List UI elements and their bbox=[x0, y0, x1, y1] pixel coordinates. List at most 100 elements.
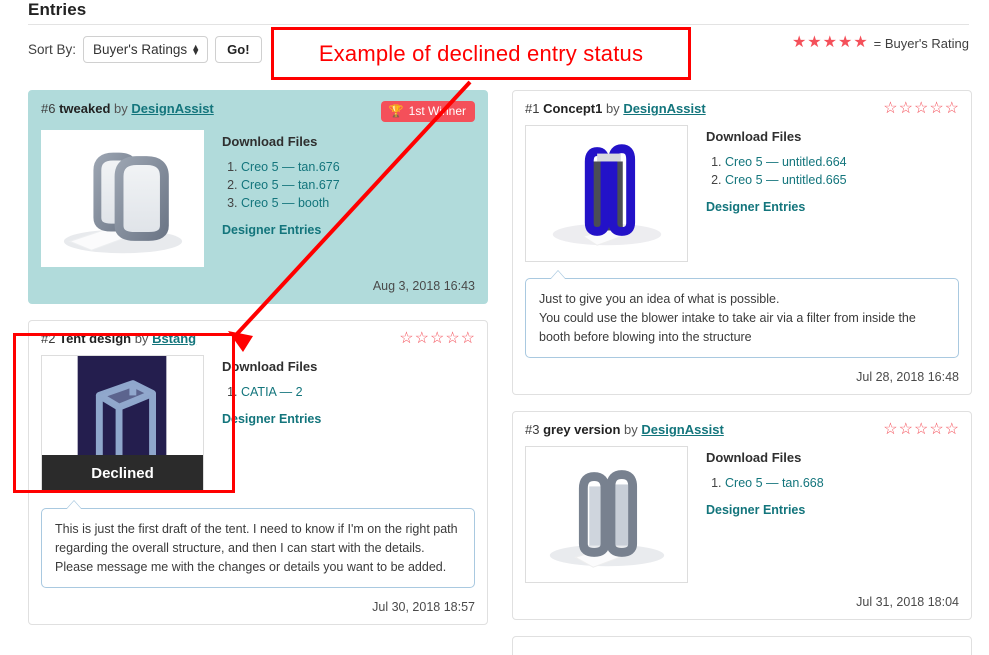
thumbnail-wrap[interactable] bbox=[525, 125, 688, 262]
rating-legend: ★ ★ ★ ★ ★ = Buyer's Rating bbox=[792, 35, 969, 51]
download-files-section: Download Files CATIA — 2 Designer Entrie… bbox=[222, 355, 475, 492]
entry-thumbnail[interactable] bbox=[525, 125, 688, 262]
entry-author-link[interactable]: DesignAssist bbox=[641, 422, 723, 437]
sort-bar: Sort By: Buyer's Ratings ▲▼ Go! bbox=[28, 36, 262, 63]
entry-author-link[interactable]: DesignAssist bbox=[131, 101, 213, 116]
entry-date: Jul 30, 2018 18:57 bbox=[41, 600, 475, 614]
star-empty-icon[interactable]: ☆ bbox=[399, 331, 413, 347]
entry-by-label: by bbox=[135, 331, 149, 346]
download-files-list: Creo 5 — tan.668 bbox=[706, 476, 959, 490]
entry-title: #2 Tent design by Bstang bbox=[41, 331, 196, 346]
download-file-item[interactable]: Creo 5 — untitled.664 bbox=[725, 155, 959, 169]
download-file-item[interactable]: Creo 5 — tan.676 bbox=[241, 160, 475, 174]
card-rating-stars[interactable]: ☆☆☆☆☆ bbox=[883, 422, 959, 438]
annotation-callout: Example of declined entry status bbox=[271, 27, 691, 80]
entry-author-link[interactable]: DesignAssist bbox=[623, 101, 705, 116]
download-files-heading: Download Files bbox=[706, 450, 959, 465]
legend-stars: ★ ★ ★ ★ ★ bbox=[792, 35, 868, 51]
entry-card: #3 grey version by DesignAssist ☆☆☆☆☆ Do… bbox=[512, 411, 972, 620]
entry-by-label: by bbox=[114, 101, 128, 116]
entry-number: #2 bbox=[41, 331, 55, 346]
card-body: Download Files Creo 5 — untitled.664Creo… bbox=[525, 125, 959, 262]
download-files-heading: Download Files bbox=[706, 129, 959, 144]
designer-entries-link[interactable]: Designer Entries bbox=[222, 412, 475, 426]
download-file-item[interactable]: Creo 5 — untitled.665 bbox=[725, 173, 959, 187]
entry-number: #3 bbox=[525, 422, 539, 437]
download-file-link[interactable]: CATIA — 2 bbox=[241, 385, 303, 399]
designer-entries-link[interactable]: Designer Entries bbox=[706, 503, 959, 517]
designer-entries-link[interactable]: Designer Entries bbox=[222, 223, 475, 237]
star-filled-icon: ★ bbox=[853, 35, 867, 51]
star-filled-icon: ★ bbox=[823, 35, 837, 51]
entry-name: Concept1 bbox=[543, 101, 602, 116]
sort-by-label: Sort By: bbox=[28, 42, 76, 57]
card-header: #6 tweaked by DesignAssist 🏆 1st Winner bbox=[41, 101, 475, 122]
entry-date: Jul 31, 2018 18:04 bbox=[525, 595, 959, 609]
star-empty-icon[interactable]: ☆ bbox=[445, 331, 459, 347]
entry-author-link[interactable]: Bstang bbox=[152, 331, 196, 346]
go-button[interactable]: Go! bbox=[215, 36, 261, 63]
star-empty-icon[interactable]: ☆ bbox=[929, 422, 943, 438]
download-files-list: CATIA — 2 bbox=[222, 385, 475, 399]
star-empty-icon[interactable]: ☆ bbox=[899, 422, 913, 438]
download-file-link[interactable]: Creo 5 — tan.668 bbox=[725, 476, 824, 490]
page-title: Entries bbox=[28, 0, 86, 20]
download-files-heading: Download Files bbox=[222, 359, 475, 374]
download-file-item[interactable]: Creo 5 — tan.668 bbox=[725, 476, 959, 490]
download-file-item[interactable]: Creo 5 — booth bbox=[241, 196, 475, 210]
entry-number: #1 bbox=[525, 101, 539, 116]
entry-name: Tent design bbox=[59, 331, 131, 346]
rating-legend-label: = Buyer's Rating bbox=[874, 36, 969, 51]
entry-thumbnail[interactable]: Declined bbox=[41, 355, 204, 492]
entries-page: Entries Sort By: Buyer's Ratings ▲▼ Go! … bbox=[0, 0, 989, 655]
entry-card-partial bbox=[512, 636, 972, 655]
entries-column-left: #6 tweaked by DesignAssist 🏆 1st Winner bbox=[28, 90, 488, 641]
star-empty-icon[interactable]: ☆ bbox=[430, 331, 444, 347]
card-rating-stars[interactable]: ☆☆☆☆☆ bbox=[399, 331, 475, 347]
thumbnail-wrap[interactable]: Declined bbox=[41, 355, 204, 492]
entry-date: Jul 28, 2018 16:48 bbox=[525, 370, 959, 384]
download-file-item[interactable]: Creo 5 — tan.677 bbox=[241, 178, 475, 192]
winner-badge: 🏆 1st Winner bbox=[381, 101, 475, 122]
entries-column-right: #1 Concept1 by DesignAssist ☆☆☆☆☆ bbox=[512, 90, 972, 655]
star-filled-icon: ★ bbox=[807, 35, 821, 51]
thumbnail-wrap[interactable] bbox=[525, 446, 688, 583]
designer-entries-link[interactable]: Designer Entries bbox=[706, 200, 959, 214]
entry-card: #1 Concept1 by DesignAssist ☆☆☆☆☆ bbox=[512, 90, 972, 395]
download-file-link[interactable]: Creo 5 — untitled.664 bbox=[725, 155, 847, 169]
star-empty-icon[interactable]: ☆ bbox=[415, 331, 429, 347]
star-empty-icon[interactable]: ☆ bbox=[945, 422, 959, 438]
star-empty-icon[interactable]: ☆ bbox=[883, 422, 897, 438]
download-files-list: Creo 5 — untitled.664 Creo 5 — untitled.6… bbox=[706, 155, 959, 187]
star-empty-icon[interactable]: ☆ bbox=[929, 101, 943, 117]
download-file-item[interactable]: CATIA — 2 bbox=[241, 385, 475, 399]
entry-thumbnail[interactable] bbox=[525, 446, 688, 583]
card-header: #1 Concept1 by DesignAssist ☆☆☆☆☆ bbox=[525, 101, 959, 117]
annotation-text: Example of declined entry status bbox=[319, 41, 643, 67]
card-rating-stars[interactable]: ☆☆☆☆☆ bbox=[883, 101, 959, 117]
card-body: Download Files Creo 5 — tan.668 Designer… bbox=[525, 446, 959, 583]
entry-comment: Just to give you an idea of what is poss… bbox=[525, 278, 959, 358]
thumbnail-image bbox=[526, 126, 687, 261]
star-empty-icon[interactable]: ☆ bbox=[914, 101, 928, 117]
entry-comment: This is just the first draft of the tent… bbox=[41, 508, 475, 588]
thumbnail-image bbox=[526, 447, 687, 582]
download-files-heading: Download Files bbox=[222, 134, 475, 149]
entry-thumbnail[interactable] bbox=[41, 130, 204, 267]
download-file-link[interactable]: Creo 5 — untitled.665 bbox=[725, 173, 847, 187]
download-file-link[interactable]: Creo 5 — tan.677 bbox=[241, 178, 340, 192]
thumbnail-wrap[interactable] bbox=[41, 130, 204, 267]
star-empty-icon[interactable]: ☆ bbox=[914, 422, 928, 438]
star-empty-icon[interactable]: ☆ bbox=[883, 101, 897, 117]
download-file-link[interactable]: Creo 5 — booth bbox=[241, 196, 329, 210]
star-empty-icon[interactable]: ☆ bbox=[899, 101, 913, 117]
star-empty-icon[interactable]: ☆ bbox=[945, 101, 959, 117]
download-files-section: Download Files Creo 5 — tan.668 Designer… bbox=[706, 446, 959, 583]
sort-by-value: Buyer's Ratings bbox=[93, 42, 187, 57]
star-empty-icon[interactable]: ☆ bbox=[461, 331, 475, 347]
sort-by-select[interactable]: Buyer's Ratings ▲▼ bbox=[83, 36, 208, 63]
entry-name: tweaked bbox=[59, 101, 110, 116]
thumbnail-image bbox=[42, 131, 203, 266]
download-file-link[interactable]: Creo 5 — tan.676 bbox=[241, 160, 340, 174]
title-divider bbox=[28, 24, 969, 25]
